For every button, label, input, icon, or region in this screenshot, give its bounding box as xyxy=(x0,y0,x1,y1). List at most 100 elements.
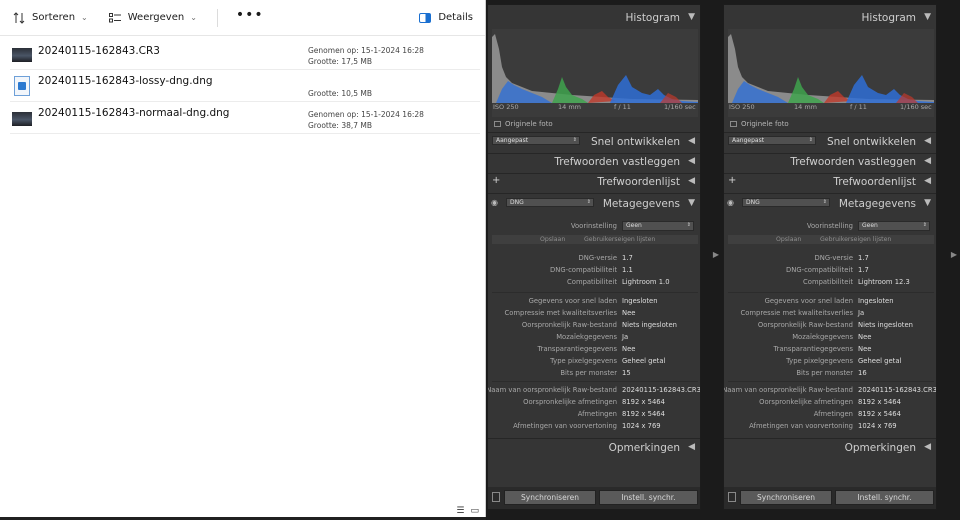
tab-customize[interactable]: Gebruikerseigen lijsten xyxy=(820,236,891,243)
metadata-value: Ingesloten xyxy=(622,297,658,305)
metadata-key: Compressie met kwaliteitsverlies xyxy=(504,309,617,317)
large-icons-view-icon[interactable]: ▭ xyxy=(470,506,479,516)
collapse-triangle-icon: ▼ xyxy=(924,198,931,208)
metadata-view-dropdown[interactable]: DNG ⇕ xyxy=(506,198,594,207)
sort-button[interactable]: Sorteren ⌄ xyxy=(12,11,88,24)
metadata-row: Bits per monster 15 xyxy=(488,369,700,381)
comments-header[interactable]: Opmerkingen ◀ xyxy=(724,439,936,459)
histogram-header[interactable]: Histogram ▼ xyxy=(488,9,700,29)
keyword-list-header[interactable]: + Trefwoordenlijst ◀ xyxy=(724,173,936,193)
raw-photo-thumbnail xyxy=(12,112,32,126)
metadata-value: 8192 x 5464 xyxy=(858,398,901,406)
collapse-triangle-icon: ▼ xyxy=(688,12,695,22)
metadata-key: DNG-versie xyxy=(578,254,617,262)
iso-value: ISO 250 xyxy=(729,103,755,111)
quick-develop-header[interactable]: Aangepast ⇕ Snel ontwikkelen ◀ xyxy=(724,133,936,153)
file-row[interactable]: 20240115-162843-lossy-dng.dng Grootte: 1… xyxy=(10,70,480,102)
add-keyword-icon[interactable]: + xyxy=(492,175,500,186)
expand-triangle-icon: ◀ xyxy=(924,156,931,166)
divider xyxy=(724,193,936,194)
aperture-value: f / 11 xyxy=(850,103,867,111)
metadata-value: 1024 x 769 xyxy=(858,422,897,430)
metadata-header[interactable]: ◉ DNG ⇕ Metagegevens ▼ xyxy=(488,195,700,215)
metadata-key: Compatibiliteit xyxy=(567,278,617,286)
metadata-key: DNG-versie xyxy=(814,254,853,262)
quick-develop-title: Snel ontwikkelen xyxy=(826,136,916,148)
metadata-key: Transparantiegegevens xyxy=(773,345,854,353)
synchronize-button[interactable]: Synchroniseren xyxy=(504,490,596,505)
metadata-key: Compatibiliteit xyxy=(803,278,853,286)
metadata-view-dropdown[interactable]: DNG ⇕ xyxy=(742,198,830,207)
metadata-value: Ja xyxy=(858,309,865,317)
file-size: Grootte: 17,5 MB xyxy=(308,57,373,66)
saved-preset-dropdown[interactable]: Aangepast ⇕ xyxy=(728,136,816,145)
eye-icon[interactable]: ◉ xyxy=(727,198,734,207)
comments-header[interactable]: Opmerkingen ◀ xyxy=(488,439,700,459)
comments-title: Opmerkingen xyxy=(608,442,680,454)
panel-collapse-arrow-icon[interactable]: ▶ xyxy=(949,250,959,259)
quick-develop-header[interactable]: Aangepast ⇕ Snel ontwikkelen ◀ xyxy=(488,133,700,153)
divider xyxy=(728,292,934,293)
shutter-speed-value: 1/160 sec xyxy=(664,103,696,111)
file-row[interactable]: 20240115-162843-normaal-dng.dng Genomen … xyxy=(10,102,480,134)
metadata-value: Niets ingesloten xyxy=(858,321,913,329)
histogram-title: Histogram xyxy=(861,12,916,24)
add-keyword-icon[interactable]: + xyxy=(728,175,736,186)
saved-preset-dropdown[interactable]: Aangepast ⇕ xyxy=(492,136,580,145)
keywording-header[interactable]: Trefwoorden vastleggen ◀ xyxy=(488,153,700,173)
metadata-row: Mozaïekgegevens Ja xyxy=(488,333,700,345)
metadata-key: Oorspronkelijke afmetingen xyxy=(759,398,853,406)
metadata-row: DNG-compatibiliteit 1.7 xyxy=(724,266,936,278)
metadata-header[interactable]: ◉ DNG ⇕ Metagegevens ▼ xyxy=(724,195,936,215)
comments-title: Opmerkingen xyxy=(844,442,916,454)
view-button[interactable]: Weergeven ⌄ xyxy=(108,12,197,24)
metadata-row: Naam van oorspronkelijk Raw-bestand 20240… xyxy=(724,386,936,398)
file-row[interactable]: 20240115-162843.CR3 Genomen op: 15-1-202… xyxy=(10,38,480,70)
details-view-icon[interactable]: ☰ xyxy=(456,506,464,516)
tab-operation[interactable]: Opslaan xyxy=(776,236,801,243)
eye-icon[interactable]: ◉ xyxy=(491,198,498,207)
metadata-key: Transparantiegegevens xyxy=(537,345,618,353)
tab-operation[interactable]: Opslaan xyxy=(540,236,565,243)
keyword-list-title: Trefwoordenlijst xyxy=(833,176,916,188)
tab-customize[interactable]: Gebruikerseigen lijsten xyxy=(584,236,655,243)
metadata-row: Compressie met kwaliteitsverlies Ja xyxy=(724,309,936,321)
file-taken: Genomen op: 15-1-2024 16:28 xyxy=(308,46,424,55)
metadata-row: Naam van oorspronkelijk Raw-bestand 20240… xyxy=(488,386,700,398)
more-options-button[interactable]: ••• xyxy=(236,7,264,23)
metadata-key: Oorspronkelijke afmetingen xyxy=(523,398,617,406)
divider xyxy=(728,381,934,382)
keywording-header[interactable]: Trefwoorden vastleggen ◀ xyxy=(724,153,936,173)
histogram-graph xyxy=(492,34,698,103)
metadata-value: 1.7 xyxy=(858,254,869,262)
quick-develop-title: Snel ontwikkelen xyxy=(590,136,680,148)
metadata-key: Gegevens voor snel laden xyxy=(764,297,853,305)
metadata-preset-dropdown[interactable]: Geen ⇕ xyxy=(858,221,930,231)
metadata-key: Oorspronkelijk Raw-bestand xyxy=(757,321,853,329)
file-explorer-pane: Sorteren ⌄ Weergeven ⌄ ••• Details 20240… xyxy=(0,0,486,520)
sync-settings-button[interactable]: Instell. synchr. xyxy=(599,490,698,505)
divider xyxy=(488,193,700,194)
original-photo-toggle[interactable]: Originele foto xyxy=(730,120,789,128)
file-name: 20240115-162843.CR3 xyxy=(38,45,160,57)
file-size: Grootte: 10,5 MB xyxy=(308,89,373,98)
toolbar-divider xyxy=(216,8,218,27)
details-pane-icon xyxy=(418,12,432,24)
metadata-title: Metagegevens xyxy=(838,198,916,210)
histogram-header[interactable]: Histogram ▼ xyxy=(724,9,936,29)
keyword-list-header[interactable]: + Trefwoordenlijst ◀ xyxy=(488,173,700,193)
metadata-row: Oorspronkelijke afmetingen 8192 x 5464 xyxy=(488,398,700,410)
sync-toggle-icon[interactable] xyxy=(728,492,736,502)
metadata-key: Naam van oorspronkelijk Raw-bestand xyxy=(723,386,853,394)
sync-settings-button[interactable]: Instell. synchr. xyxy=(835,490,934,505)
metadata-preset-dropdown[interactable]: Geen ⇕ xyxy=(622,221,694,231)
original-photo-toggle[interactable]: Originele foto xyxy=(494,120,553,128)
sync-toggle-icon[interactable] xyxy=(492,492,500,502)
metadata-row: DNG-compatibiliteit 1.1 xyxy=(488,266,700,278)
metadata-row: Afmetingen 8192 x 5464 xyxy=(724,410,936,422)
panel-collapse-arrow-icon[interactable]: ▶ xyxy=(711,250,721,259)
metadata-value: Ingesloten xyxy=(858,297,894,305)
metadata-key: DNG-compatibiliteit xyxy=(550,266,617,274)
details-pane-button[interactable]: Details xyxy=(418,12,473,24)
synchronize-button[interactable]: Synchroniseren xyxy=(740,490,832,505)
